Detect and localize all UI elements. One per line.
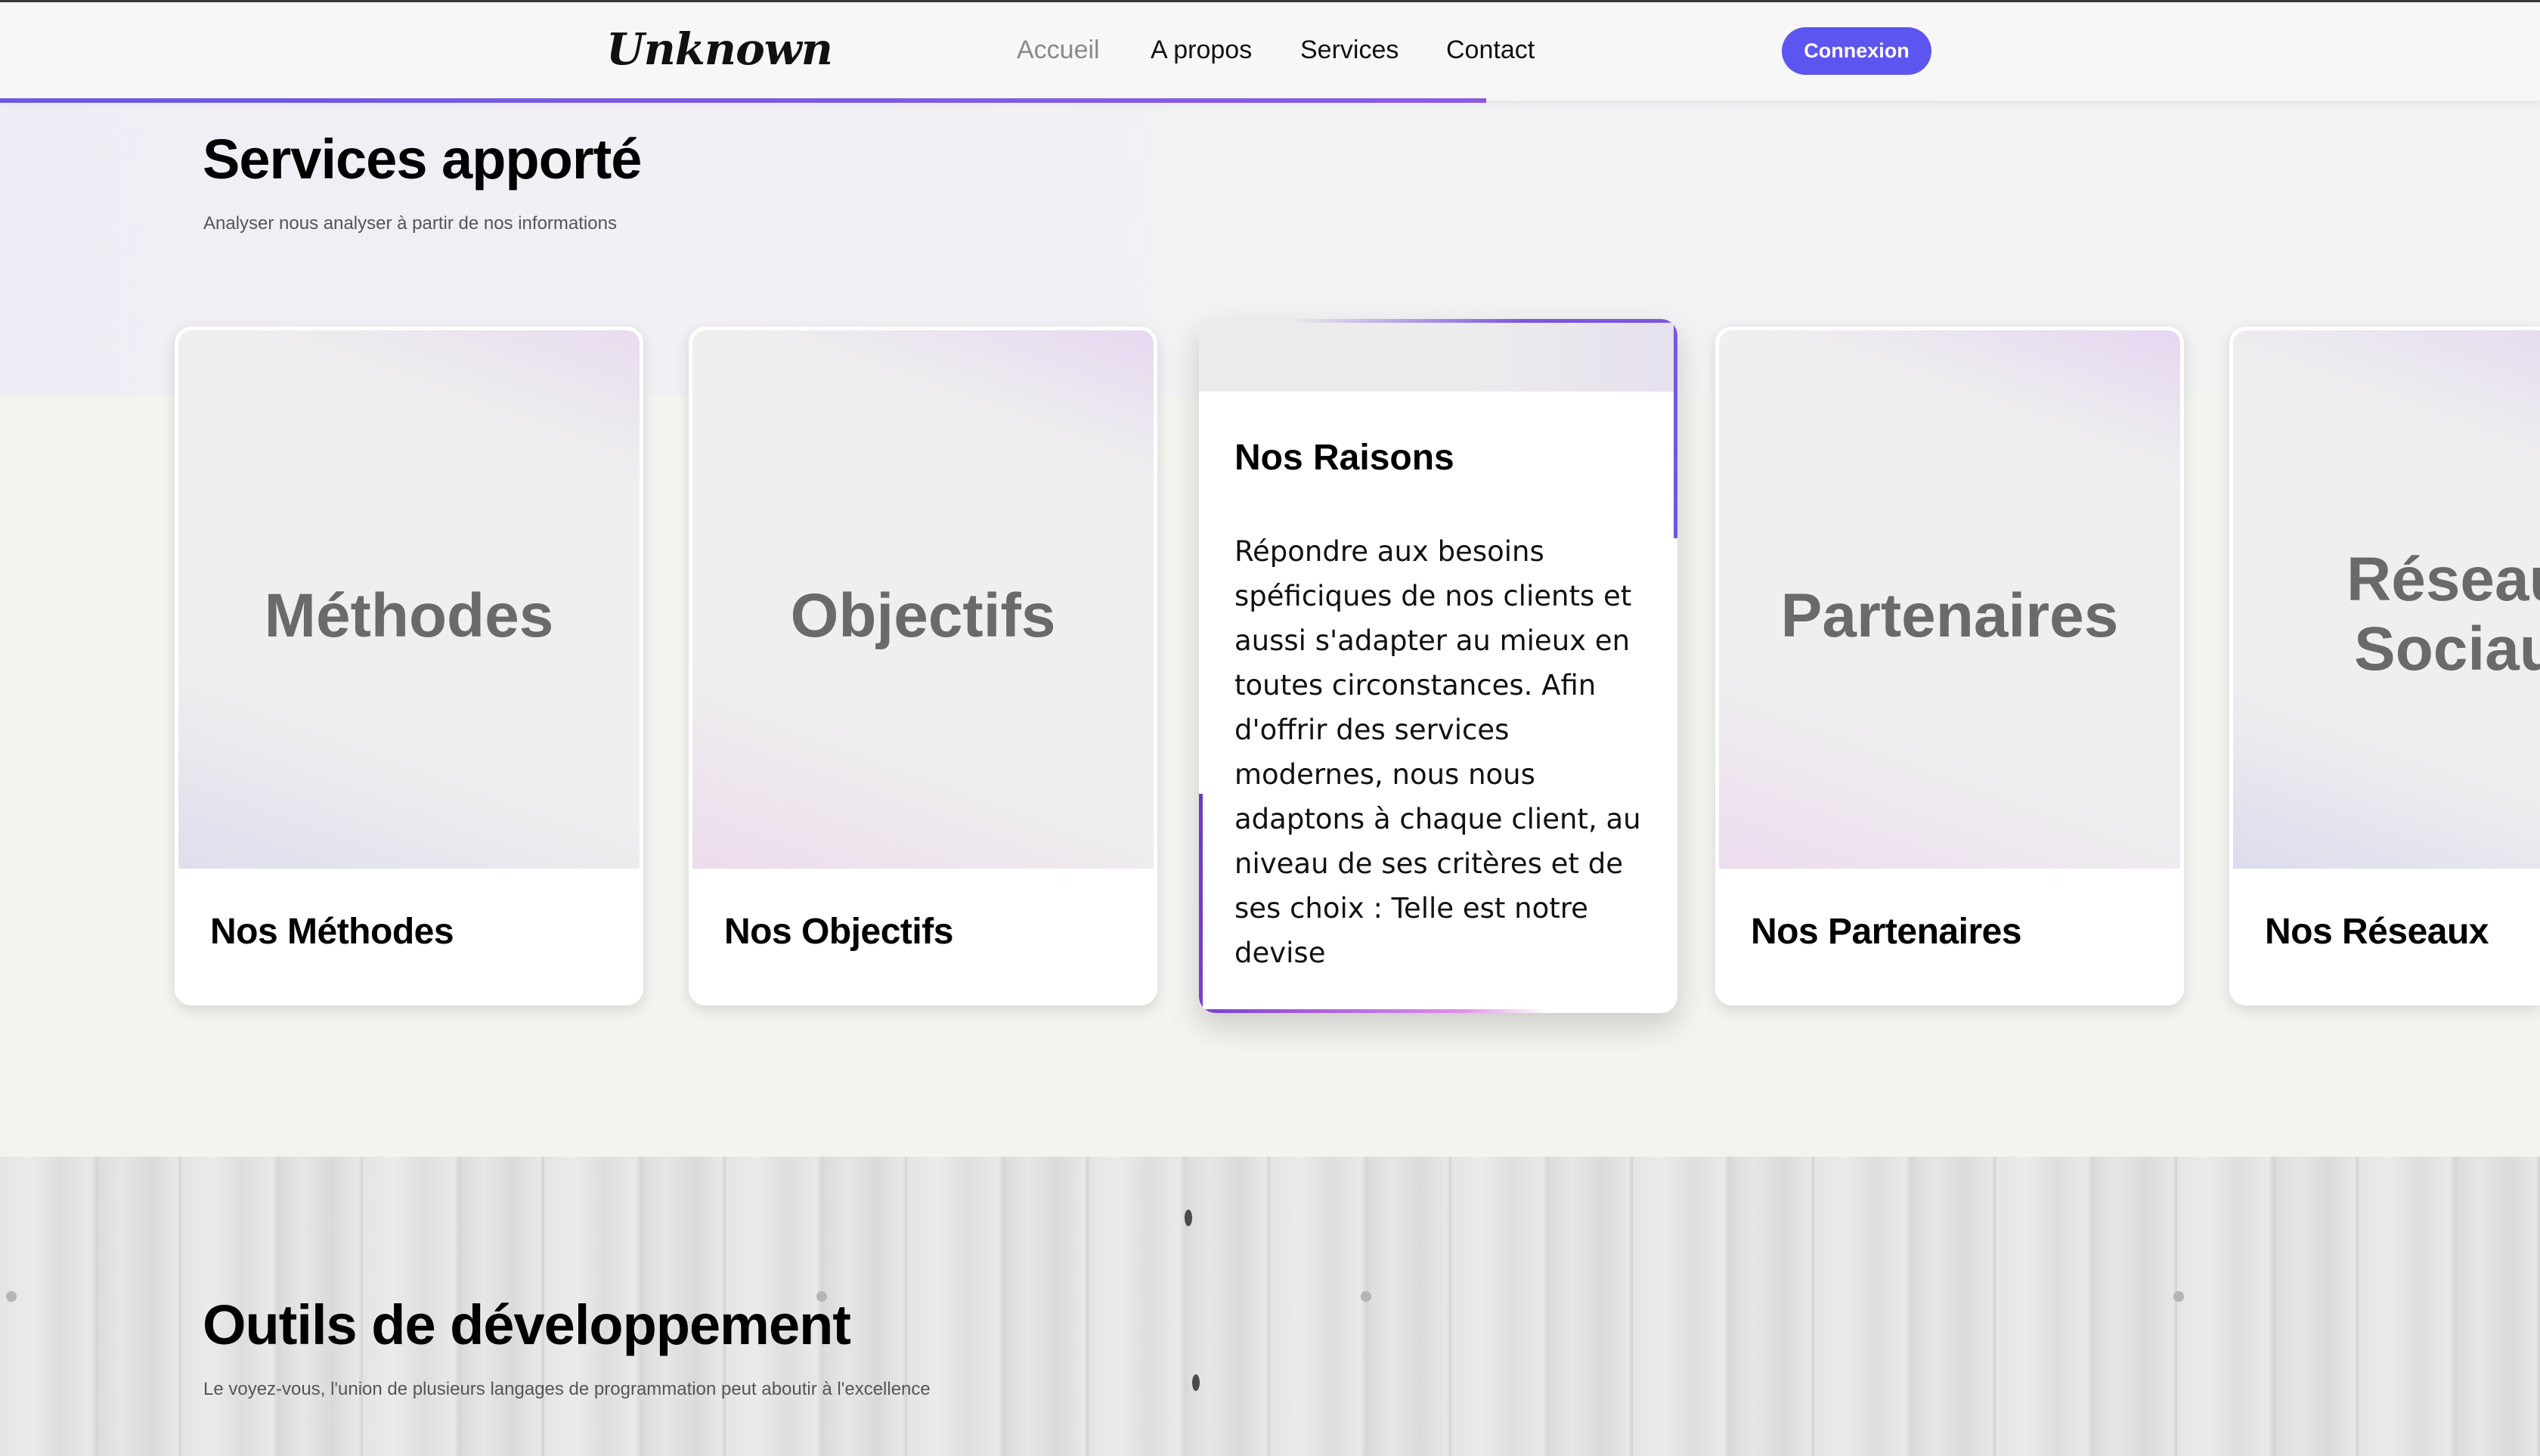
- wood-knot: [1192, 1374, 1200, 1391]
- nav-services[interactable]: Services: [1300, 36, 1399, 65]
- tools-section: Outils de développement Le voyez-vous, l…: [0, 1157, 2540, 1456]
- services-title: Services apporté: [203, 128, 642, 191]
- tools-subtitle: Le voyez-vous, l'union de plusieurs lang…: [203, 1379, 931, 1399]
- scroll-progress-fill: [0, 98, 1486, 103]
- scroll-progress-bar: [0, 98, 2540, 103]
- card-accent-border: [1199, 1009, 1547, 1013]
- site-header: Unknown Accueil A propos Services Contac…: [0, 2, 2540, 101]
- card-big-label: Méthodes: [264, 581, 554, 650]
- nav-contact[interactable]: Contact: [1446, 36, 1535, 65]
- service-card-raisons-expanded[interactable]: Nos Raisons Répondre aux besoins spéfici…: [1199, 319, 1677, 1013]
- card-visual-strip: [1199, 319, 1677, 392]
- card-description: Répondre aux besoins spéficiques de nos …: [1234, 535, 1641, 969]
- site-logo[interactable]: Unknown: [606, 23, 833, 75]
- services-subtitle: Analyser nous analyser à partir de nos i…: [203, 213, 617, 234]
- service-card-reseaux[interactable]: Réseau Sociau Nos Réseaux: [2229, 327, 2540, 1005]
- nav-accueil[interactable]: Accueil: [1017, 36, 1100, 65]
- card-accent-border: [1199, 794, 1203, 1013]
- card-caption: Nos Réseaux: [2265, 912, 2489, 952]
- login-button[interactable]: Connexion: [1782, 27, 1931, 75]
- wood-knot: [1185, 1210, 1192, 1226]
- card-caption: Nos Méthodes: [210, 912, 454, 952]
- service-card-objectifs[interactable]: Objectifs Nos Objectifs: [689, 327, 1157, 1005]
- wood-knot: [1361, 1291, 1371, 1302]
- tools-title: Outils de développement: [203, 1293, 851, 1356]
- card-accent-border: [1674, 319, 1677, 538]
- nav-a-propos[interactable]: A propos: [1151, 36, 1252, 65]
- wood-knot: [2173, 1291, 2184, 1302]
- card-title: Nos Raisons: [1234, 438, 1454, 478]
- card-big-label: Partenaires: [1780, 581, 2119, 650]
- service-card-methodes[interactable]: Méthodes Nos Méthodes: [175, 327, 643, 1005]
- wood-knot: [6, 1291, 17, 1302]
- card-big-label: Objectifs: [790, 581, 1056, 650]
- card-caption: Nos Partenaires: [1751, 912, 2022, 952]
- card-big-label: Réseau Sociau: [2346, 545, 2540, 683]
- service-card-partenaires[interactable]: Partenaires Nos Partenaires: [1715, 327, 2184, 1005]
- card-caption: Nos Objectifs: [724, 912, 953, 952]
- card-accent-border: [1290, 319, 1677, 323]
